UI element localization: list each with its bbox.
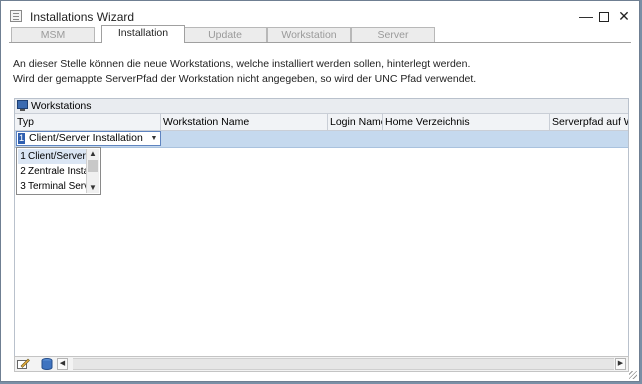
horizontal-scrollbar[interactable] (73, 358, 614, 370)
typ-value: Client/Server Installation (29, 132, 143, 144)
database-icon[interactable] (41, 358, 54, 370)
wizard-window: Installations Wizard — ✕ MSM Installatio… (0, 0, 640, 382)
column-login-name[interactable]: Login Name (328, 114, 383, 130)
info-text-1: An dieser Stelle können die neue Worksta… (13, 58, 471, 70)
grid-header: Typ Workstation Name Login Name Home Ver… (15, 114, 628, 131)
column-home-verzeichnis[interactable]: Home Verzeichnis (383, 114, 550, 130)
edit-icon[interactable] (17, 358, 30, 370)
app-icon (10, 10, 22, 22)
dropdown-option-1[interactable]: 1 Client/Server I (18, 149, 88, 164)
column-serverpfad[interactable]: Serverpfad auf Wor (550, 114, 628, 130)
typ-index: 1 (18, 133, 25, 144)
grid-toolbar: ◀ ▶ (14, 356, 629, 372)
dropdown-scrollbar[interactable]: ▲ ▼ (86, 149, 99, 193)
maximize-button[interactable] (595, 7, 613, 25)
tab-workstation[interactable]: Workstation (267, 27, 351, 42)
workstations-grid: Workstations Typ Workstation Name Login … (14, 98, 629, 372)
scroll-up-icon[interactable]: ▲ (87, 149, 99, 159)
tab-msm[interactable]: MSM (11, 27, 95, 42)
close-icon: ✕ (618, 8, 630, 24)
minimize-button[interactable]: — (577, 7, 595, 25)
dropdown-option-2[interactable]: 2 Zentrale Instal (18, 164, 88, 179)
grid-caption-label: Workstations (31, 100, 92, 112)
dropdown-option-3[interactable]: 3Terminal Serve (18, 179, 88, 194)
workstation-icon (17, 100, 28, 111)
typ-dropdown-list: 1 Client/Server I 2 Zentrale Instal 3 Termi… (16, 147, 101, 195)
option-number: 1 (20, 151, 26, 162)
column-typ[interactable]: Typ (15, 114, 161, 130)
tab-installation[interactable]: Installation (101, 25, 185, 43)
option-number: 2 (20, 166, 26, 177)
scroll-right-icon[interactable]: ▶ (615, 358, 626, 370)
option-label: Client/Server I (28, 151, 88, 162)
minimize-icon: — (579, 8, 593, 24)
scroll-left-icon[interactable]: ◀ (57, 358, 68, 370)
chevron-down-icon[interactable]: ▼ (149, 133, 159, 144)
typ-combobox[interactable]: 1 Client/Server Installation ▼ (16, 131, 161, 146)
maximize-icon (599, 12, 609, 22)
window-title: Installations Wizard (30, 10, 135, 24)
option-label: Zentrale Instal (28, 166, 88, 177)
grid-caption: Workstations (15, 99, 628, 114)
option-number: 3 (20, 181, 26, 192)
column-workstation-name[interactable]: Workstation Name (161, 114, 328, 130)
info-text-2: Wird der gemappte ServerPfad der Worksta… (13, 73, 477, 85)
scroll-thumb[interactable] (88, 160, 98, 172)
tab-server[interactable]: Server (351, 27, 435, 42)
scroll-down-icon[interactable]: ▼ (87, 183, 99, 193)
tab-update[interactable]: Update (183, 27, 267, 42)
table-row[interactable]: 1 Client/Server Installation ▼ (15, 131, 628, 148)
option-label: Terminal Serve (28, 181, 88, 192)
close-button[interactable]: ✕ (615, 7, 633, 25)
resize-grip-icon[interactable] (629, 371, 637, 379)
